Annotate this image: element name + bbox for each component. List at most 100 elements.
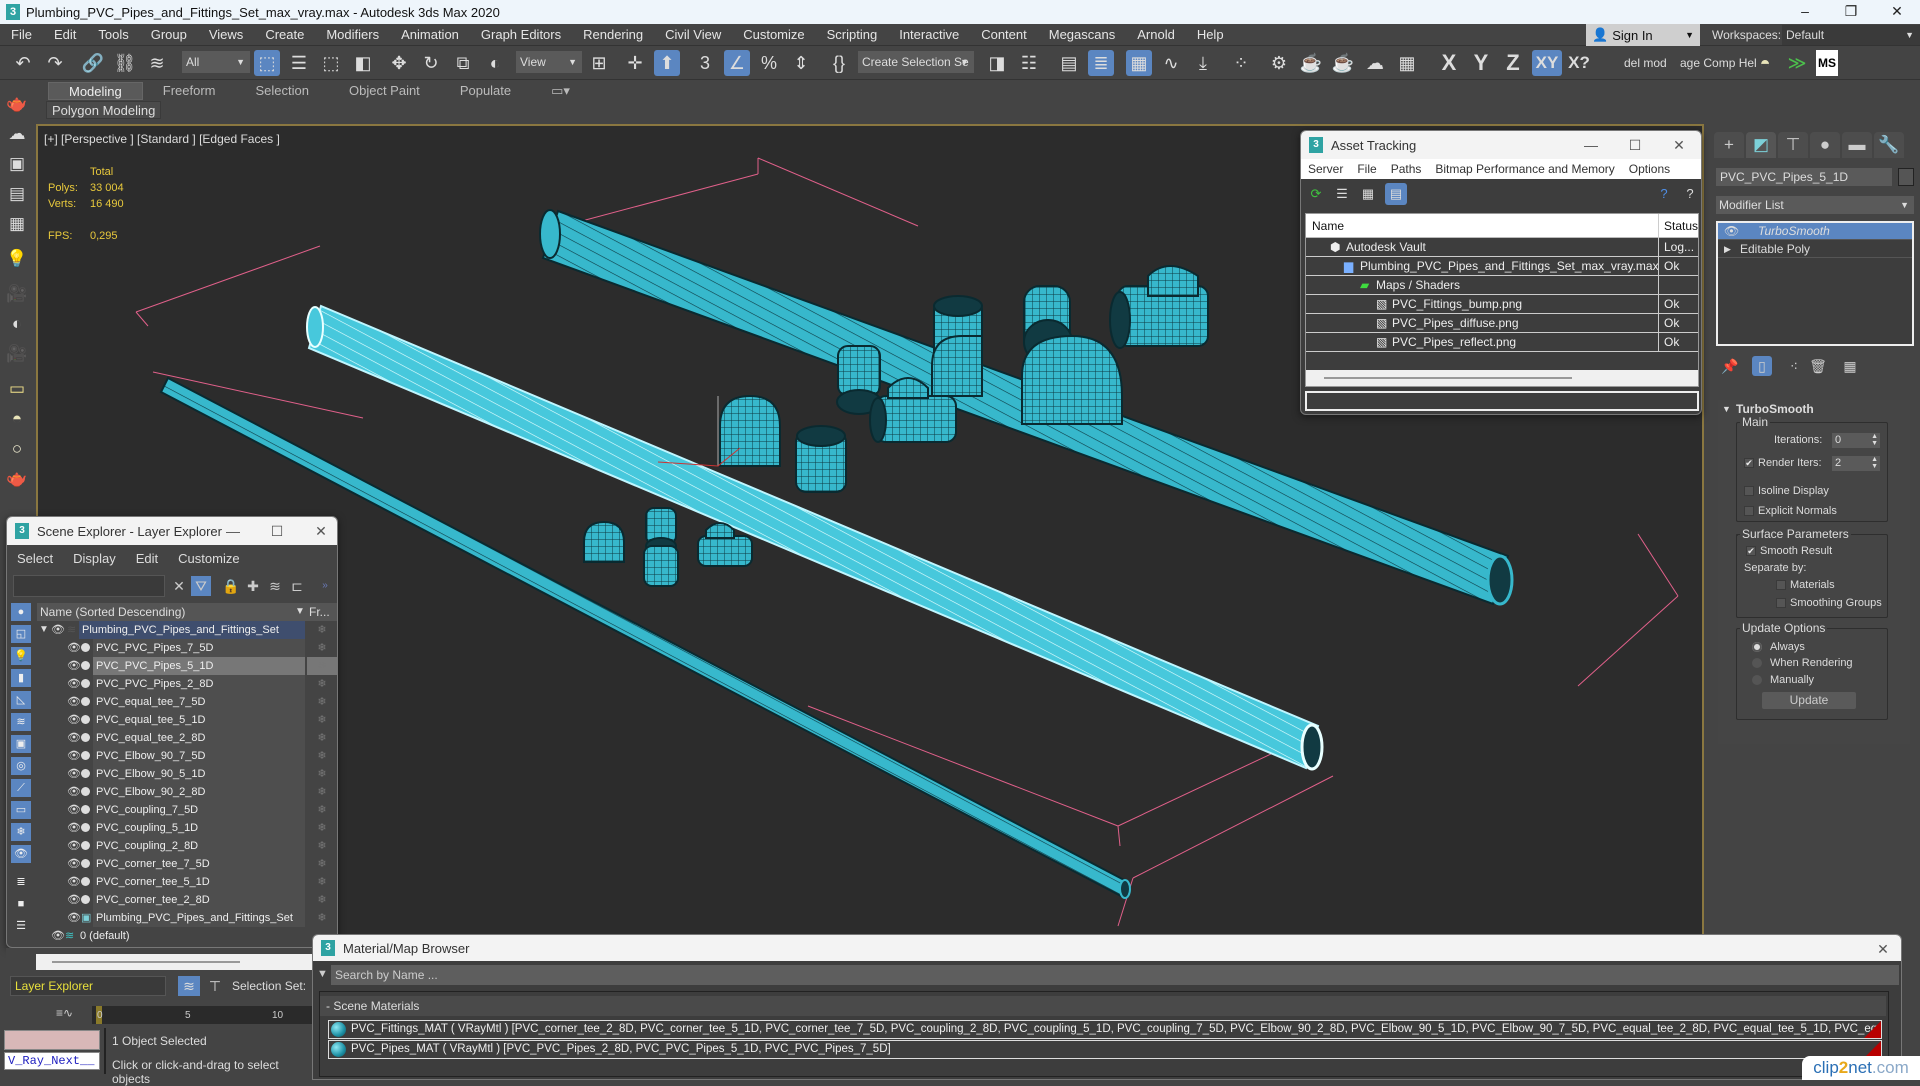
menu-content[interactable]: Content: [970, 24, 1038, 46]
restore-button[interactable]: ❐: [1828, 0, 1874, 24]
eye-icon[interactable]: 👁: [67, 873, 81, 891]
angle-snap-icon[interactable]: ∠: [724, 50, 750, 76]
maximize-button[interactable]: ☐: [1615, 131, 1655, 159]
time-slider-track[interactable]: 0 5 10: [92, 1006, 320, 1024]
menu-interactive[interactable]: Interactive: [888, 24, 970, 46]
render-production-icon[interactable]: ☕: [1330, 50, 1356, 76]
freeze-icon[interactable]: ❄: [307, 747, 337, 765]
freeze-icon[interactable]: ❄: [307, 675, 337, 693]
create-tab-icon[interactable]: +: [1714, 132, 1744, 158]
menu-bitmap-performance[interactable]: Bitmap Performance and Memory: [1428, 162, 1621, 176]
freeze-icon[interactable]: ❄: [307, 891, 337, 909]
scene-search-input[interactable]: [13, 575, 165, 597]
toggle-layer-explorer-icon[interactable]: ≣: [1088, 50, 1114, 76]
display-frozen-icon[interactable]: ❄: [11, 823, 31, 841]
snaps-toggle-icon[interactable]: 3: [692, 50, 718, 76]
edit-named-selection-icon[interactable]: {}: [826, 50, 852, 76]
object-row[interactable]: 👁 PVC_corner_tee_5_1D ❄: [37, 873, 337, 891]
configure-modifier-sets-icon[interactable]: ▦: [1840, 356, 1860, 376]
ribbon-tab-object-paint[interactable]: Object Paint: [329, 82, 440, 100]
render-in-cloud-icon[interactable]: ☁: [1362, 50, 1388, 76]
object-row-selected[interactable]: 👁 PVC_PVC_Pipes_5_1D ❄: [37, 657, 337, 675]
clear-search-icon[interactable]: ✕: [169, 576, 189, 596]
invert-display-icon[interactable]: ☰: [11, 917, 31, 935]
eye-icon[interactable]: 👁: [67, 819, 81, 837]
unlink-icon[interactable]: ⛓: [112, 50, 138, 76]
display-geometry-icon[interactable]: ◱: [11, 625, 31, 643]
list-view-icon[interactable]: ☰: [1333, 185, 1351, 203]
menu-customize[interactable]: Customize: [732, 24, 815, 46]
options-dropdown-icon[interactable]: ▼: [317, 968, 328, 980]
asset-row[interactable]: ▰ Maps / Shaders: [1306, 276, 1698, 295]
object-row[interactable]: 👁 PVC_Elbow_90_5_1D ❄: [37, 765, 337, 783]
reference-coordinate-dropdown[interactable]: View ▼: [516, 51, 582, 73]
restrict-z-button[interactable]: Z: [1500, 50, 1526, 76]
percent-snap-icon[interactable]: %: [756, 50, 782, 76]
filter-icon[interactable]: ⛛: [191, 576, 211, 596]
toggle-scene-explorer-icon[interactable]: ▤: [1056, 50, 1082, 76]
asset-tracking-titlebar[interactable]: 3 Asset Tracking — ☐ ✕: [1301, 131, 1701, 159]
display-all-icon[interactable]: ≣: [11, 873, 31, 891]
asset-row[interactable]: ▧ PVC_Pipes_reflect.png Ok: [1306, 333, 1698, 352]
eye-icon[interactable]: 👁: [67, 711, 81, 729]
isoline-display-checkbox[interactable]: [1744, 486, 1754, 496]
update-manually-radio[interactable]: [1752, 675, 1762, 685]
object-row[interactable]: 👁 PVC_equal_tee_5_1D ❄: [37, 711, 337, 729]
dome-light-icon[interactable]: ◓: [4, 407, 30, 431]
explicit-normals-checkbox[interactable]: [1744, 506, 1754, 516]
close-button[interactable]: ✕: [1863, 935, 1901, 963]
modify-tab-icon[interactable]: ◩: [1746, 132, 1776, 158]
menu-arnold[interactable]: Arnold: [1126, 24, 1186, 46]
display-groups-icon[interactable]: ▣: [11, 735, 31, 753]
eye-icon[interactable]: 👁: [67, 765, 81, 783]
menu-megascans[interactable]: Megascans: [1038, 24, 1126, 46]
menu-display[interactable]: Display: [63, 551, 126, 566]
show-end-result-icon[interactable]: ▯: [1752, 356, 1772, 376]
spinner-arrows-icon[interactable]: ▲ ▼: [1871, 433, 1878, 447]
display-bones-icon[interactable]: ⟋: [11, 779, 31, 797]
freeze-icon[interactable]: ❄: [307, 783, 337, 801]
ribbon-options-icon[interactable]: ▭▾: [531, 82, 590, 100]
minimize-button[interactable]: —: [1571, 131, 1611, 159]
freeze-icon[interactable]: ❄: [307, 693, 337, 711]
make-unique-icon[interactable]: ⁖: [1784, 356, 1804, 376]
asset-row[interactable]: ⬢ Autodesk Vault Log...: [1306, 238, 1698, 257]
menu-file[interactable]: File: [1350, 162, 1383, 176]
display-tab-icon[interactable]: ▬: [1842, 132, 1872, 158]
render-gallery-icon[interactable]: ▦: [1394, 50, 1420, 76]
freeze-icon[interactable]: ❄: [307, 657, 337, 675]
expand-arrow-icon[interactable]: ▶: [1724, 241, 1731, 258]
render-setup-icon[interactable]: ⚙: [1266, 50, 1292, 76]
update-when-rendering-radio[interactable]: [1752, 658, 1762, 668]
hierarchy-explorer-icon[interactable]: ⊤: [204, 976, 226, 996]
horizontal-scrollbar[interactable]: [36, 954, 336, 970]
menu-scripting[interactable]: Scripting: [816, 24, 889, 46]
align-icon[interactable]: ☷: [1016, 50, 1042, 76]
menu-edit[interactable]: Edit: [43, 24, 87, 46]
material-row[interactable]: PVC_Pipes_MAT ( VRayMtl ) [PVC_PVC_Pipes…: [328, 1040, 1882, 1059]
cloud-icon[interactable]: ☁: [4, 122, 30, 146]
column-name-sorted[interactable]: Name (Sorted Descending): [40, 603, 185, 621]
eye-icon[interactable]: 👁: [67, 837, 81, 855]
column-status[interactable]: Status: [1664, 219, 1698, 233]
light-lister-icon[interactable]: 💡: [4, 247, 30, 271]
scene-materials-category[interactable]: - Scene Materials: [320, 996, 1886, 1016]
script-button-image-comp-helper[interactable]: age Comp Hel: [1680, 50, 1757, 76]
scrollbar-thumb[interactable]: [1324, 377, 1572, 379]
asset-row[interactable]: ▧ PVC_Fittings_bump.png Ok: [1306, 295, 1698, 314]
camera-icon[interactable]: 🎥: [4, 282, 30, 306]
display-helpers-icon[interactable]: ◺: [11, 691, 31, 709]
display-lights-icon[interactable]: 💡: [11, 647, 31, 665]
material-editor-icon[interactable]: ⁘: [1228, 50, 1254, 76]
collapse-arrow-icon[interactable]: ▼: [1722, 404, 1731, 414]
maxscript-listener-input[interactable]: V_Ray_Next__: [4, 1052, 100, 1070]
update-button[interactable]: Update: [1762, 692, 1856, 709]
ribbon-tab-selection[interactable]: Selection: [236, 82, 329, 100]
object-row[interactable]: 👁 PVC_coupling_5_1D ❄: [37, 819, 337, 837]
tree-view-icon[interactable]: ▦: [1359, 185, 1377, 203]
object-row[interactable]: 👁 PVC_Elbow_90_2_8D ❄: [37, 783, 337, 801]
eye-icon[interactable]: 👁: [67, 783, 81, 801]
help-icon[interactable]: ?: [1655, 185, 1673, 203]
asset-row[interactable]: ▧ PVC_Pipes_diffuse.png Ok: [1306, 314, 1698, 333]
window-crossing-icon[interactable]: ◧: [350, 50, 376, 76]
